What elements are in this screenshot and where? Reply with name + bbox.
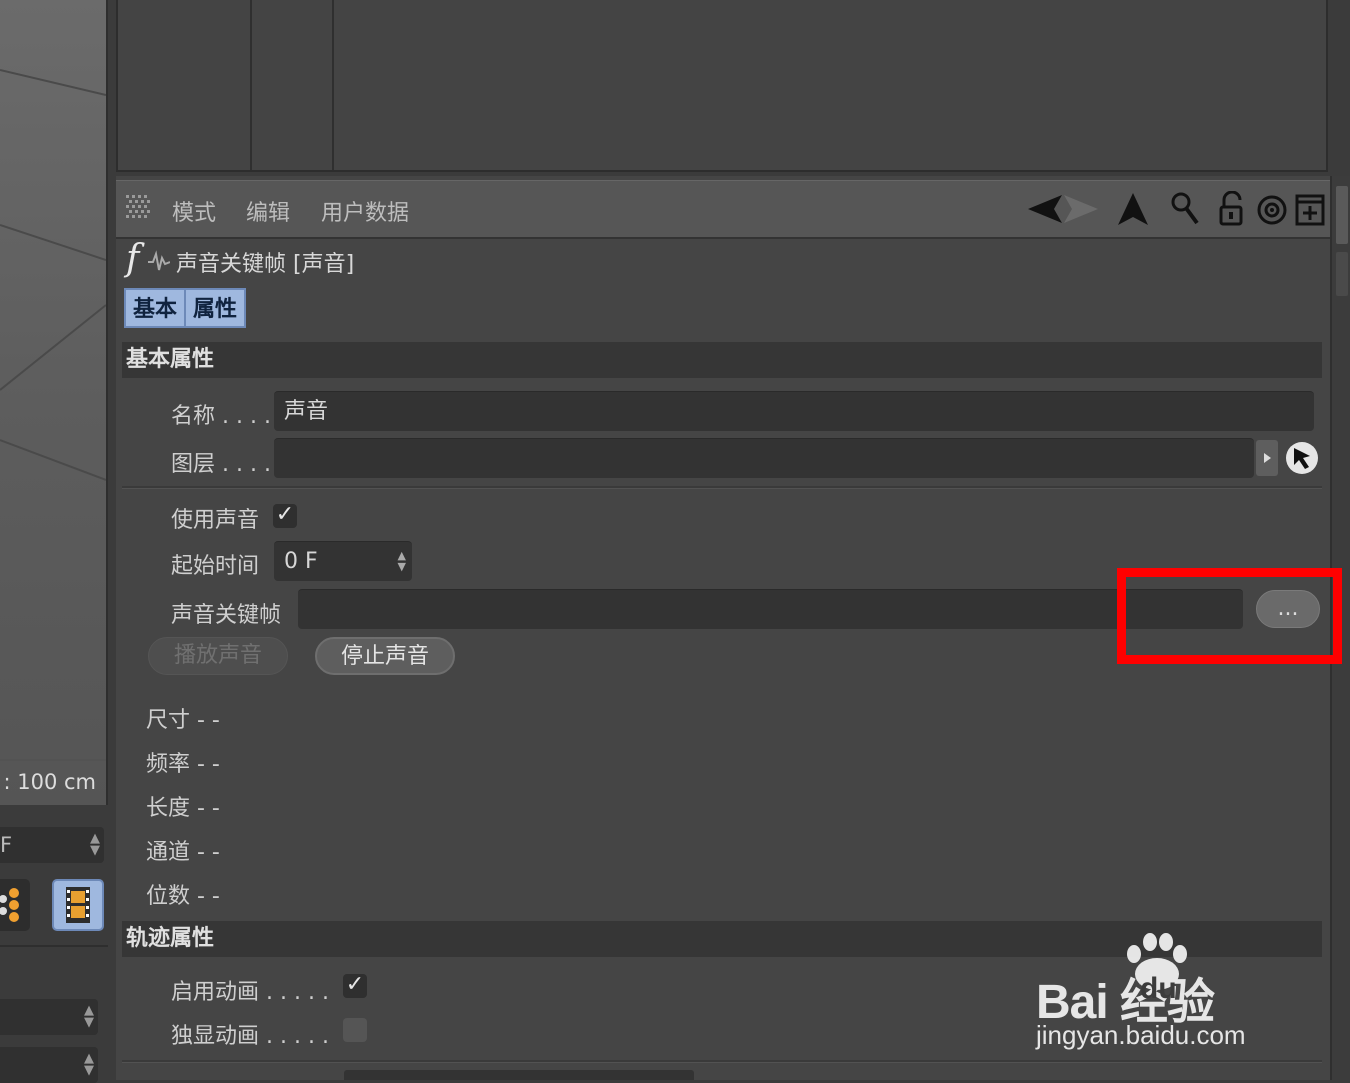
divider [0, 945, 108, 947]
left-field-2[interactable]: ▲ ▼ [0, 1047, 98, 1083]
back-arrow-icon[interactable] [1026, 191, 1102, 227]
record-keys-button[interactable] [0, 879, 30, 931]
top-panel [116, 0, 1328, 172]
viewport-grid [0, 69, 106, 761]
spinner-arrows-icon[interactable]: ▲ ▼ [84, 1052, 94, 1077]
info-channels: 通道 - - [146, 840, 220, 865]
column-divider [250, 0, 252, 170]
watermark-url: jingyan.baidu.com [1036, 1020, 1246, 1050]
waveform-icon [148, 250, 170, 271]
right-edge-panel [1330, 176, 1350, 1080]
left-field-1[interactable]: ▲ ▼ [0, 999, 98, 1035]
start-time-field[interactable]: 0 F ▲ ▼ [274, 541, 412, 581]
layer-label: 图层 . . . . [171, 452, 271, 477]
layer-field[interactable] [274, 438, 1254, 478]
object-title: 声音关键帧 [声音] [176, 252, 355, 277]
tab-basic[interactable]: 基本 [124, 288, 186, 328]
play-sound-button[interactable]: 播放声音 [148, 637, 288, 675]
attribute-menubar: 模式 编辑 用户数据 [116, 180, 1330, 239]
watermark-du: du [1140, 972, 1177, 1005]
side-tab[interactable] [1336, 252, 1348, 296]
solo-animation-label: 独显动画 . . . . . [171, 1024, 329, 1049]
spinner-arrows-icon[interactable]: ▲ ▼ [84, 1004, 94, 1029]
pick-object-icon[interactable] [1284, 440, 1320, 476]
tab-attributes[interactable]: 属性 [184, 288, 246, 328]
solo-animation-checkbox[interactable] [343, 1018, 367, 1042]
triangle-right-icon [1264, 453, 1271, 463]
filmstrip-button[interactable] [52, 879, 104, 931]
name-label: 名称 . . . . [171, 404, 271, 429]
viewport[interactable]: : 100 cm [0, 0, 108, 805]
target-icon[interactable] [1256, 191, 1290, 227]
grip-icon[interactable] [126, 195, 152, 221]
spinner-arrows-icon[interactable]: ▲ ▼ [398, 550, 406, 572]
up-arrow-icon[interactable] [1116, 191, 1150, 227]
info-frequency: 频率 - - [146, 752, 220, 777]
enable-animation-checkbox[interactable]: ✓ [343, 974, 367, 998]
browse-file-button[interactable]: ... [1256, 590, 1320, 628]
dots-icon [0, 888, 19, 922]
use-sound-checkbox[interactable]: ✓ [273, 504, 297, 528]
sound-keyframe-label: 声音关键帧 [171, 603, 282, 628]
sound-file-field[interactable] [298, 589, 1243, 629]
use-sound-label: 使用声音 [171, 508, 260, 533]
filmstrip-icon [66, 887, 90, 923]
partial-field[interactable] [344, 1070, 694, 1080]
baidu-watermark: Bai 经验 du jingyan.baidu.com [1036, 932, 1296, 1052]
menu-edit[interactable]: 编辑 [246, 195, 290, 227]
function-icon: f [126, 238, 140, 279]
spinner-arrows-icon[interactable]: ▲ ▼ [90, 832, 100, 857]
start-time-value: 0 F [284, 549, 318, 574]
info-size: 尺寸 - - [146, 708, 220, 733]
menu-mode[interactable]: 模式 [172, 195, 216, 227]
search-icon[interactable] [1169, 191, 1203, 227]
info-length: 长度 - - [146, 796, 220, 821]
section-basic-properties[interactable]: 基本属性 [122, 342, 1322, 378]
side-tab[interactable] [1336, 186, 1348, 244]
lock-icon[interactable] [1216, 191, 1250, 227]
layer-dropdown-button[interactable] [1256, 440, 1278, 476]
frame-field-value: F [0, 833, 13, 857]
name-field[interactable]: 声音 [274, 391, 1314, 431]
viewport-scale-label: : 100 cm [3, 770, 96, 794]
left-panel: F ▲ ▼ ▲ ▼ ▲ ▼ [0, 807, 112, 1083]
frame-field[interactable]: F ▲ ▼ [0, 827, 104, 863]
enable-animation-label: 启用动画 . . . . . [171, 980, 329, 1005]
start-time-label: 起始时间 [171, 554, 260, 579]
checkmark-icon: ✓ [345, 972, 365, 997]
stop-sound-button[interactable]: 停止声音 [315, 637, 455, 675]
info-bits: 位数 - - [146, 884, 220, 909]
divider [122, 486, 1322, 489]
checkmark-icon: ✓ [275, 502, 295, 527]
column-divider [332, 0, 334, 170]
menu-userdata[interactable]: 用户数据 [321, 195, 409, 227]
new-panel-icon[interactable] [1294, 191, 1328, 227]
divider [122, 1060, 1322, 1063]
